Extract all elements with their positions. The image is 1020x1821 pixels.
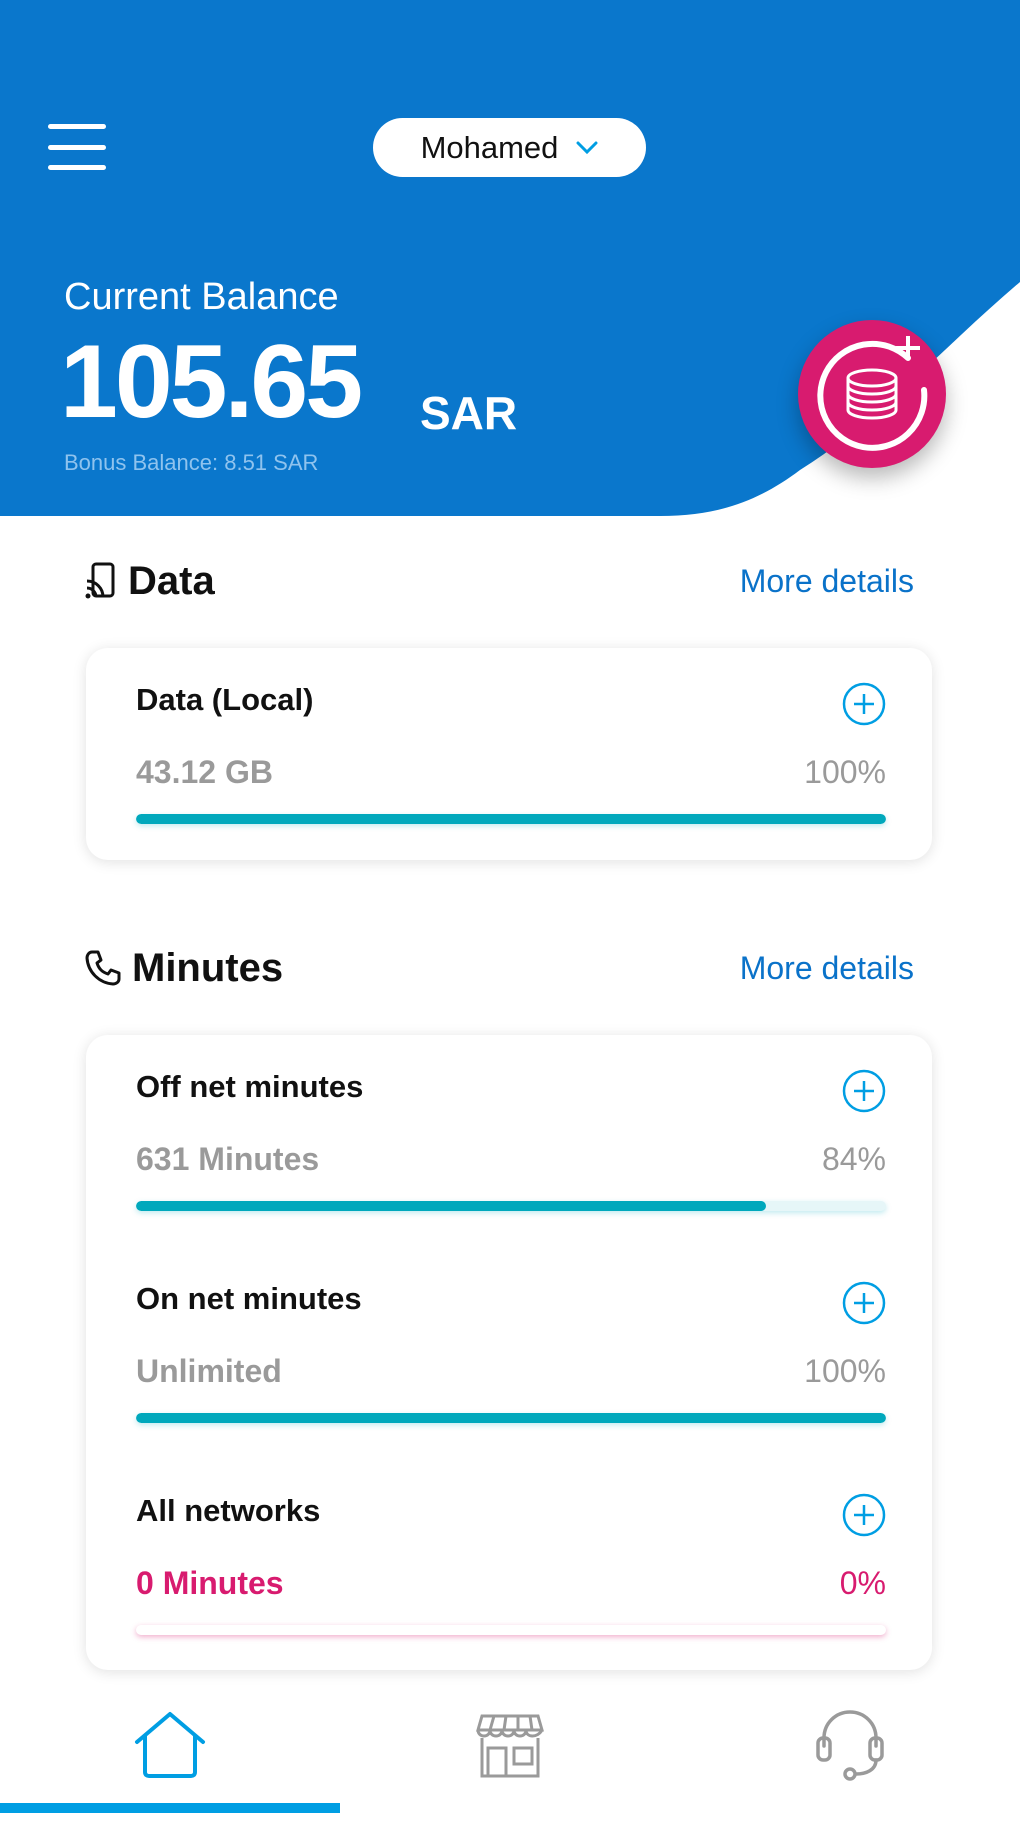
nav-active-indicator: [0, 1803, 340, 1813]
usage-item-value: 43.12 GB: [136, 754, 273, 790]
minutes-more-details-link[interactable]: More details: [740, 950, 914, 987]
usage-progress-bar: [136, 1201, 886, 1211]
home-icon: [135, 1712, 205, 1778]
add-plus-icon[interactable]: [842, 1069, 886, 1113]
usage-progress-bar: [136, 814, 886, 824]
usage-item-name: Off net minutes: [136, 1069, 364, 1104]
nav-store[interactable]: [340, 1700, 680, 1821]
coins-plus-icon: [817, 336, 928, 451]
usage-item-percent: 100%: [804, 754, 886, 790]
usage-item-value: 631 Minutes: [136, 1141, 320, 1177]
add-plus-icon[interactable]: [842, 1493, 886, 1537]
data-section-header: Data More details: [84, 556, 914, 606]
bottom-navigation: [0, 1700, 1020, 1813]
usage-item-data-local: Data (Local) 43.12 GB 100%: [136, 682, 886, 832]
balance-amount: 105.65: [60, 324, 363, 440]
data-more-details-link[interactable]: More details: [740, 563, 914, 600]
bonus-balance: Bonus Balance: 8.51 SAR: [64, 450, 319, 475]
balance-label: Current Balance: [64, 276, 339, 318]
usage-item-name: All networks: [136, 1493, 321, 1528]
phone-signal-icon: [85, 562, 115, 599]
usage-progress-fill: [136, 814, 886, 824]
usage-item-percent: 0%: [839, 1565, 886, 1601]
account-name: Mohamed: [420, 129, 559, 165]
usage-item-name: Data (Local): [136, 682, 314, 717]
add-plus-icon[interactable]: [842, 1281, 886, 1325]
minutes-section-header: Minutes More details: [84, 943, 914, 993]
usage-item-value: Unlimited: [136, 1353, 282, 1389]
balance-currency: SAR: [420, 387, 518, 439]
data-card: Data (Local) 43.12 GB 100%: [86, 648, 932, 860]
store-icon: [476, 1714, 544, 1778]
minutes-section-title: Minutes: [132, 945, 284, 990]
recharge-button[interactable]: [798, 320, 946, 468]
nav-support[interactable]: [680, 1700, 1020, 1821]
account-selector[interactable]: Mohamed: [373, 118, 646, 177]
usage-item-on-net: On net minutes Unlimited 100%: [136, 1281, 886, 1431]
usage-item-percent: 100%: [804, 1353, 886, 1389]
chevron-down-icon: [576, 141, 598, 154]
usage-item-percent: 84%: [821, 1141, 886, 1177]
usage-item-name: On net minutes: [136, 1281, 362, 1316]
usage-progress-bar: [136, 1625, 886, 1635]
usage-item-off-net: Off net minutes 631 Minutes 84%: [136, 1069, 886, 1219]
hamburger-line: [48, 165, 106, 170]
hamburger-icon: [48, 124, 106, 129]
hamburger-line: [48, 144, 106, 150]
usage-progress-fill: [136, 1413, 886, 1423]
usage-item-value: 0 Minutes: [136, 1565, 284, 1601]
headset-support-icon: [816, 1710, 884, 1781]
usage-item-all-networks: All networks 0 Minutes 0%: [136, 1493, 886, 1643]
usage-progress-fill: [136, 1201, 766, 1211]
minutes-card: Off net minutes 631 Minutes 84% On net m…: [86, 1035, 932, 1670]
data-section-title: Data: [128, 558, 215, 603]
add-plus-icon[interactable]: [842, 682, 886, 726]
menu-button[interactable]: [48, 124, 108, 170]
phone-icon: [85, 950, 121, 986]
usage-progress-bar: [136, 1413, 886, 1423]
